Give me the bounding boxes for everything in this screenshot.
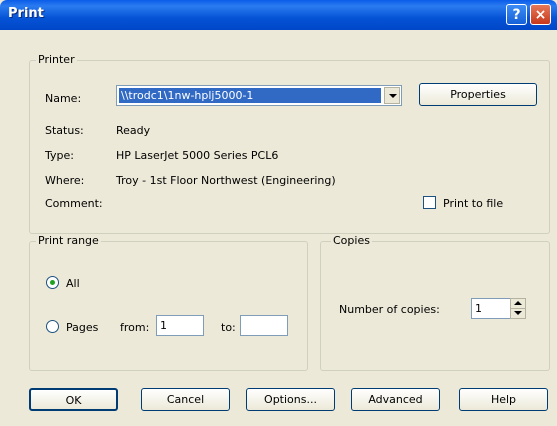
to-label: to: — [221, 321, 236, 334]
where-value: Troy - 1st Floor Northwest (Engineering) — [116, 174, 336, 187]
print-range-group-label: Print range — [36, 234, 101, 247]
status-label: Status: — [45, 124, 84, 137]
print-to-file-label[interactable]: Print to file — [443, 197, 503, 210]
print-range-group: Print range — [29, 234, 308, 371]
pages-radio-label[interactable]: Pages — [66, 321, 98, 334]
name-label: Name: — [45, 92, 82, 105]
copies-group-label: Copies — [331, 234, 372, 247]
ok-button[interactable]: OK — [29, 388, 118, 411]
window-title: Print — [8, 6, 44, 21]
type-value: HP LaserJet 5000 Series PCL6 — [116, 149, 279, 162]
status-value: Ready — [116, 124, 151, 137]
all-radio-label[interactable]: All — [66, 277, 80, 290]
print-to-file-checkbox[interactable] — [423, 196, 436, 209]
comment-label: Comment: — [45, 197, 103, 210]
copies-spinner[interactable] — [510, 298, 526, 319]
from-page-input[interactable]: 1 — [156, 315, 204, 336]
help-button[interactable]: Help — [459, 388, 548, 411]
advanced-button[interactable]: Advanced — [351, 388, 440, 411]
chevron-down-icon[interactable] — [384, 87, 400, 104]
pages-radio[interactable] — [46, 320, 59, 333]
title-bar[interactable]: Print ? × — [0, 0, 557, 30]
where-label: Where: — [45, 174, 85, 187]
all-radio[interactable] — [46, 276, 59, 289]
to-page-input[interactable] — [240, 315, 288, 336]
properties-button[interactable]: Properties — [419, 83, 537, 106]
from-label: from: — [120, 321, 150, 334]
type-label: Type: — [45, 149, 74, 162]
cancel-button[interactable]: Cancel — [141, 388, 230, 411]
number-of-copies-label: Number of copies: — [339, 303, 440, 316]
printer-name-value: \\trodc1\1nw-hplj5000-1 — [119, 88, 381, 103]
dialog-body: Printer Name: \\trodc1\1nw-hplj5000-1 Pr… — [0, 30, 557, 426]
copies-input[interactable]: 1 — [471, 298, 512, 319]
help-icon[interactable]: ? — [506, 4, 527, 25]
options-button[interactable]: Options... — [246, 388, 335, 411]
printer-group-label: Printer — [36, 53, 77, 66]
spin-up-icon[interactable] — [511, 299, 525, 309]
close-icon[interactable]: × — [530, 4, 551, 25]
printer-name-select[interactable]: \\trodc1\1nw-hplj5000-1 — [116, 85, 402, 106]
